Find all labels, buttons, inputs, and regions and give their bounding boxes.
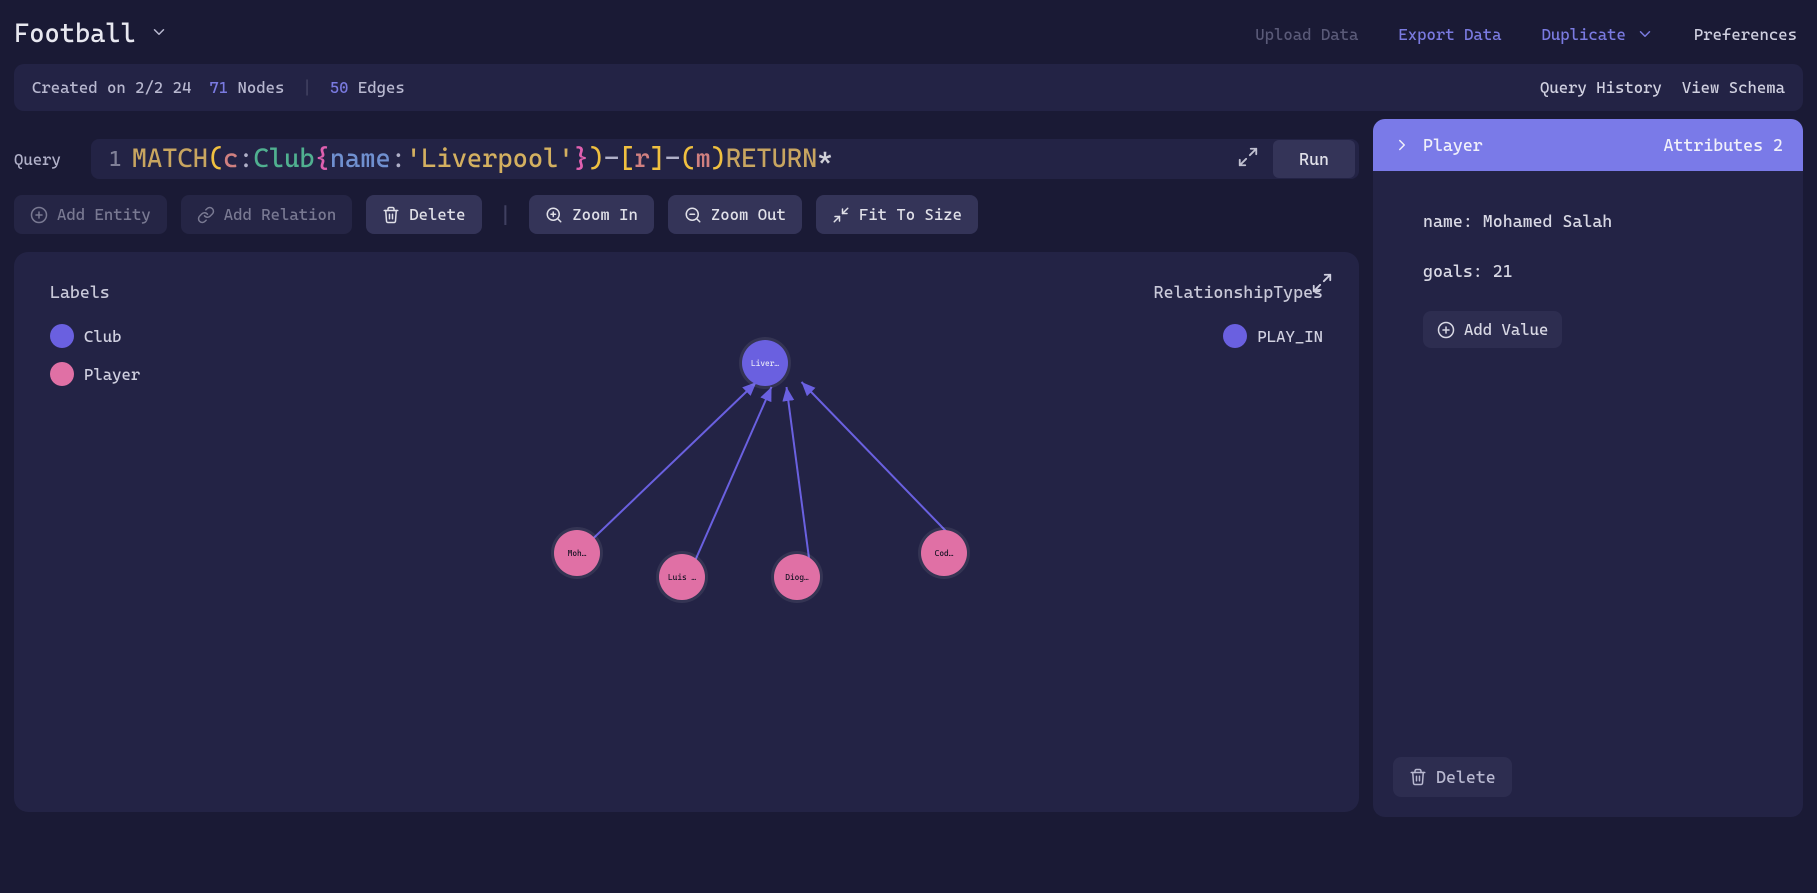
toolbar-separator: | xyxy=(500,203,512,227)
zoom-in-button[interactable]: Zoom In xyxy=(529,195,654,234)
panel-type-label: Player xyxy=(1423,135,1483,155)
node-mohamed[interactable]: Moh… xyxy=(554,530,600,576)
node-liverpool[interactable]: Liver… xyxy=(742,340,788,386)
trash-icon xyxy=(1409,768,1427,786)
node-cody[interactable]: Cod… xyxy=(921,530,967,576)
club-dot-icon xyxy=(50,324,74,348)
plus-circle-icon xyxy=(30,206,48,224)
expand-query-icon[interactable] xyxy=(1237,146,1259,172)
labels-heading: Labels xyxy=(50,282,140,302)
edges-count: 50 xyxy=(330,78,349,97)
zoom-out-icon xyxy=(684,206,702,224)
view-schema-link[interactable]: View Schema xyxy=(1682,78,1785,97)
relation-dot-icon xyxy=(1223,324,1247,348)
zoom-out-label: Zoom Out xyxy=(711,205,786,224)
panel-delete-button[interactable]: Delete xyxy=(1393,757,1512,797)
delete-button[interactable]: Delete xyxy=(366,195,481,234)
attributes-count: 2 xyxy=(1773,135,1783,155)
attribute-goals: goals: 21 xyxy=(1423,261,1783,281)
graph-title[interactable]: Football xyxy=(14,19,136,49)
zoom-in-label: Zoom In xyxy=(572,205,638,224)
nodes-label: Nodes xyxy=(238,78,285,97)
fit-to-size-button[interactable]: Fit To Size xyxy=(816,195,978,234)
export-data-link[interactable]: Export Data xyxy=(1398,25,1501,44)
node-diogo[interactable]: Diog… xyxy=(774,554,820,600)
panel-delete-label: Delete xyxy=(1436,767,1496,787)
relationships-heading: RelationshipTypes xyxy=(1154,282,1323,302)
legend-player-label: Player xyxy=(84,365,140,384)
legend-play-in[interactable]: PLAY_IN xyxy=(1154,324,1323,348)
plus-circle-icon xyxy=(1437,321,1455,339)
add-value-label: Add Value xyxy=(1464,320,1548,339)
zoom-out-button[interactable]: Zoom Out xyxy=(668,195,802,234)
preferences-link[interactable]: Preferences xyxy=(1694,25,1797,44)
chevron-right-icon xyxy=(1393,136,1411,154)
add-relation-label: Add Relation xyxy=(224,205,337,224)
meta-bar: Created on 2/2 24 71 Nodes | 50 Edges Qu… xyxy=(14,64,1803,111)
duplicate-label: Duplicate xyxy=(1542,25,1626,44)
details-panel: Player Attributes 2 name: Mohamed Salah … xyxy=(1373,119,1803,817)
attributes-label: Attributes xyxy=(1663,135,1763,155)
query-code: MATCH (c:Club {name: 'Liverpool'})-[r]-(… xyxy=(132,144,1223,174)
duplicate-link[interactable]: Duplicate xyxy=(1542,25,1654,44)
node-luis[interactable]: Luis … xyxy=(659,554,705,600)
query-line-number: 1 xyxy=(109,147,122,172)
link-icon xyxy=(197,206,215,224)
panel-header[interactable]: Player Attributes 2 xyxy=(1373,119,1803,171)
created-date: Created on 2/2 24 xyxy=(32,78,191,97)
player-dot-icon xyxy=(50,362,74,386)
chevron-down-icon xyxy=(1636,25,1654,43)
add-entity-label: Add Entity xyxy=(57,205,151,224)
meta-separator: | xyxy=(302,78,311,97)
fit-label: Fit To Size xyxy=(859,205,962,224)
query-history-link[interactable]: Query History xyxy=(1540,78,1662,97)
delete-label: Delete xyxy=(409,205,465,224)
query-label: Query xyxy=(14,150,61,169)
add-entity-button[interactable]: Add Entity xyxy=(14,195,167,234)
legend-club[interactable]: Club xyxy=(50,324,140,348)
title-dropdown-icon[interactable] xyxy=(150,23,168,45)
add-value-button[interactable]: Add Value xyxy=(1423,311,1562,348)
nodes-count: 71 xyxy=(209,78,228,97)
minimize-icon xyxy=(832,206,850,224)
add-relation-button[interactable]: Add Relation xyxy=(181,195,353,234)
legend-player[interactable]: Player xyxy=(50,362,140,386)
trash-icon xyxy=(382,206,400,224)
legend-play-in-label: PLAY_IN xyxy=(1257,327,1323,346)
upload-data-link[interactable]: Upload Data xyxy=(1255,25,1358,44)
zoom-in-icon xyxy=(545,206,563,224)
edges-label: Edges xyxy=(358,78,405,97)
attribute-name: name: Mohamed Salah xyxy=(1423,211,1783,231)
run-button[interactable]: Run xyxy=(1273,140,1355,178)
query-input[interactable]: 1 MATCH (c:Club {name: 'Liverpool'})-[r]… xyxy=(91,139,1359,179)
graph-canvas[interactable]: Labels Club Player RelationshipTypes PLA… xyxy=(14,252,1359,812)
legend-club-label: Club xyxy=(84,327,122,346)
